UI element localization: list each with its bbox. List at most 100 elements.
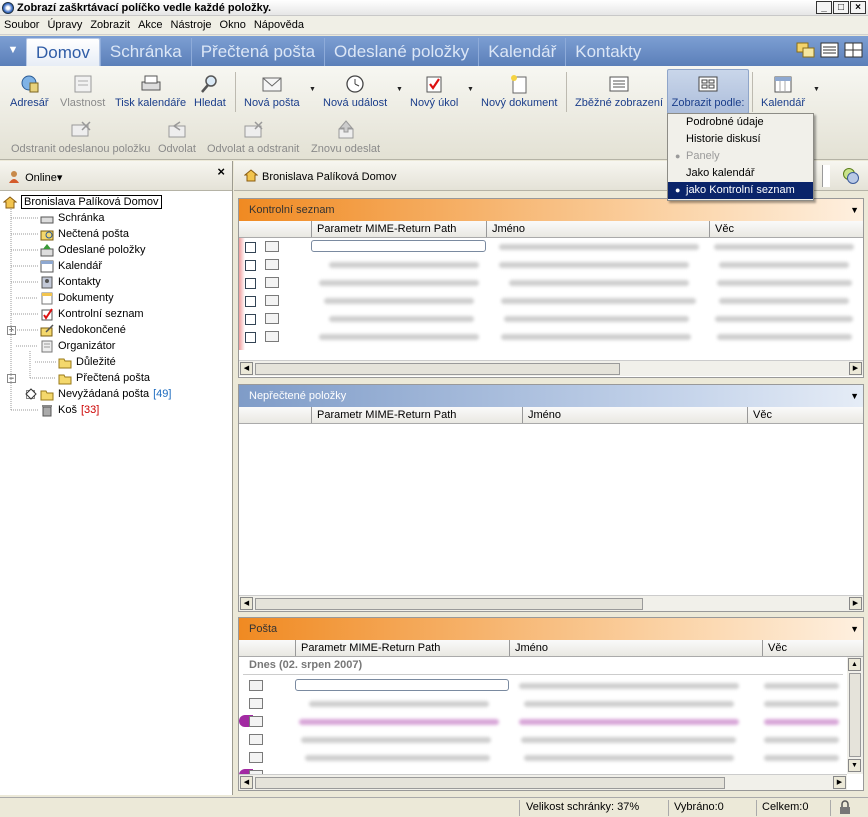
scroll-right-icon[interactable]: ▶ bbox=[833, 776, 846, 789]
menu-soubor[interactable]: Soubor bbox=[0, 19, 43, 31]
delete-sent-item-button[interactable]: Odstranit odeslanou položku bbox=[11, 120, 150, 155]
scroll-down-icon[interactable]: ▼ bbox=[848, 759, 861, 772]
scroll-left-icon[interactable]: ◀ bbox=[240, 776, 253, 789]
row-checkbox[interactable] bbox=[245, 332, 256, 343]
table-row[interactable] bbox=[239, 292, 859, 310]
menu-akce[interactable]: Akce bbox=[134, 19, 166, 31]
breadcrumb: Bronislava Palíková Domov bbox=[262, 171, 397, 183]
scroll-thumb[interactable] bbox=[255, 777, 725, 789]
tab-domov[interactable]: Domov bbox=[26, 38, 100, 66]
recall-button[interactable]: Odvolat bbox=[158, 120, 196, 155]
grid-icon[interactable] bbox=[844, 41, 864, 59]
col-name[interactable]: Jméno bbox=[528, 409, 561, 421]
table-row[interactable] bbox=[239, 749, 859, 767]
col-subject[interactable]: Věc bbox=[715, 223, 734, 235]
properties-button[interactable]: Vlastnost bbox=[60, 74, 105, 109]
sidebar-item-prectena-posta[interactable]: Přečtená pošta bbox=[58, 370, 150, 386]
row-checkbox[interactable] bbox=[245, 314, 256, 325]
dropdown-as-checklist[interactable]: ● jako Kontrolní seznam bbox=[668, 182, 813, 199]
table-row[interactable] bbox=[239, 328, 859, 346]
dropdown-discussion-history[interactable]: Historie diskusí bbox=[668, 131, 813, 148]
calendar-button[interactable]: Kalendář bbox=[761, 74, 805, 109]
tab-odeslane-polozky[interactable]: Odeslané položky bbox=[324, 38, 478, 66]
col-subject[interactable]: Věc bbox=[768, 642, 787, 654]
search-button[interactable]: Hledat bbox=[194, 74, 226, 109]
scroll-thumb[interactable] bbox=[255, 598, 643, 610]
quick-view-button[interactable]: Zběžné zobrazení bbox=[575, 74, 663, 109]
recall-and-delete-button[interactable]: Odvolat a odstranit bbox=[207, 120, 299, 155]
new-event-button[interactable]: Nová událost bbox=[323, 74, 387, 109]
vertical-scrollbar[interactable]: ▲ ▼ bbox=[847, 657, 863, 774]
col-mime-path[interactable]: Parametr MIME-Return Path bbox=[317, 223, 456, 235]
table-row[interactable] bbox=[239, 677, 859, 695]
row-checkbox[interactable] bbox=[245, 296, 256, 307]
resend-button[interactable]: Znovu odeslat bbox=[311, 120, 380, 155]
minimize-icon[interactable]: _ bbox=[816, 1, 832, 14]
horizontal-scrollbar[interactable]: ◀ ▶ bbox=[239, 360, 863, 376]
col-name[interactable]: Jméno bbox=[515, 642, 548, 654]
row-checkbox[interactable] bbox=[245, 260, 256, 271]
row-checkbox[interactable] bbox=[245, 242, 256, 253]
menu-zobrazit[interactable]: Zobrazit bbox=[86, 19, 134, 31]
tab-schranka[interactable]: Schránka bbox=[99, 38, 191, 66]
table-row[interactable] bbox=[239, 238, 859, 256]
dropdown-detailed[interactable]: Podrobné údaje bbox=[668, 114, 813, 131]
sidebar-close-icon[interactable]: × bbox=[217, 164, 225, 179]
dropdown-as-calendar[interactable]: Jako kalendář bbox=[668, 165, 813, 182]
chevron-down-icon[interactable]: ▼ bbox=[850, 385, 859, 407]
col-name[interactable]: Jméno bbox=[492, 223, 525, 235]
menu-napoveda[interactable]: Nápověda bbox=[250, 19, 308, 31]
scroll-right-icon[interactable]: ▶ bbox=[849, 597, 862, 610]
menu-nastroje[interactable]: Nástroje bbox=[167, 19, 216, 31]
print-calendar-button[interactable]: Tisk kalendáře bbox=[115, 74, 186, 109]
table-row[interactable] bbox=[239, 713, 859, 731]
windows-icon[interactable] bbox=[796, 41, 816, 59]
scroll-left-icon[interactable]: ◀ bbox=[240, 597, 253, 610]
menu-upravy[interactable]: Úpravy bbox=[43, 19, 86, 31]
dropdown-panels[interactable]: ● Panely bbox=[668, 148, 813, 165]
new-mail-button[interactable]: Nová pošta bbox=[244, 74, 300, 109]
tab-kalendar[interactable]: Kalendář bbox=[478, 38, 565, 66]
col-subject[interactable]: Věc bbox=[753, 409, 772, 421]
maximize-icon[interactable]: □ bbox=[833, 1, 849, 14]
group-header-today[interactable]: Dnes (02. srpen 2007) bbox=[249, 659, 362, 671]
chevron-down-icon[interactable]: ▼ bbox=[850, 199, 859, 221]
horizontal-scrollbar[interactable]: ◀ ▶ bbox=[239, 774, 847, 790]
presence-icon[interactable] bbox=[842, 167, 860, 185]
scroll-right-icon[interactable]: ▶ bbox=[849, 362, 862, 375]
calendar-dropdown-icon[interactable]: ▼ bbox=[813, 86, 820, 93]
table-row[interactable] bbox=[239, 274, 859, 292]
lock-icon bbox=[840, 800, 850, 814]
table-row[interactable] bbox=[239, 695, 859, 713]
new-task-button[interactable]: Nový úkol bbox=[410, 74, 458, 109]
tab-kontakty[interactable]: Kontakty bbox=[565, 38, 650, 66]
sidebar-item-dulezite[interactable]: Důležité bbox=[58, 354, 116, 370]
tab-menu-chevron-icon[interactable]: ▼ bbox=[0, 36, 26, 66]
scroll-thumb[interactable] bbox=[255, 363, 620, 375]
scroll-up-icon[interactable]: ▲ bbox=[848, 658, 861, 671]
menu-okno[interactable]: Okno bbox=[216, 19, 250, 31]
tab-prectena-posta[interactable]: Přečtená pošta bbox=[190, 38, 324, 66]
table-row[interactable] bbox=[239, 310, 859, 328]
address-book-button[interactable]: Adresář bbox=[10, 74, 49, 109]
column-header: Parametr MIME-Return Path Jméno Věc bbox=[239, 640, 863, 657]
close-icon[interactable]: × bbox=[850, 1, 866, 14]
new-document-button[interactable]: Nový dokument bbox=[481, 74, 557, 109]
new-event-dropdown-icon[interactable]: ▼ bbox=[396, 86, 403, 93]
new-task-dropdown-icon[interactable]: ▼ bbox=[467, 86, 474, 93]
chevron-down-icon[interactable]: ▼ bbox=[850, 618, 859, 640]
table-row[interactable] bbox=[239, 731, 859, 749]
col-mime-path[interactable]: Parametr MIME-Return Path bbox=[317, 409, 456, 421]
view-by-button[interactable]: Zobrazit podle: bbox=[667, 69, 749, 114]
envelope-icon bbox=[249, 752, 263, 763]
col-mime-path[interactable]: Parametr MIME-Return Path bbox=[301, 642, 440, 654]
new-mail-dropdown-icon[interactable]: ▼ bbox=[309, 86, 316, 93]
horizontal-scrollbar[interactable]: ◀ ▶ bbox=[239, 595, 863, 611]
panel-unread: Nepřečtené položky ▼ Parametr MIME-Retur… bbox=[238, 384, 864, 612]
online-status-button[interactable]: Online▾ bbox=[8, 170, 62, 184]
scroll-thumb[interactable] bbox=[849, 673, 861, 757]
row-checkbox[interactable] bbox=[245, 278, 256, 289]
scroll-left-icon[interactable]: ◀ bbox=[240, 362, 253, 375]
layout-icon[interactable] bbox=[820, 41, 840, 59]
table-row[interactable] bbox=[239, 256, 859, 274]
